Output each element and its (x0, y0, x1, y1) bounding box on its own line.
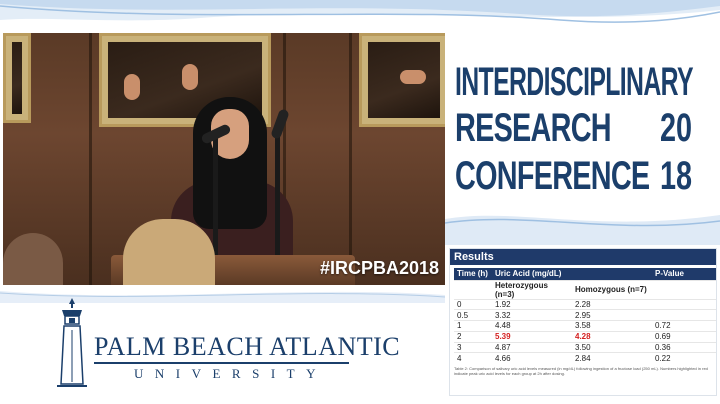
results-table: Time (h) Uric Acid (mg/dL) P-Value Heter… (454, 268, 716, 364)
year-bottom: 18 (660, 154, 693, 198)
table-row: 0.5 3.32 2.95 (454, 309, 716, 321)
title-line-1: INTERDISCIPLINARY (455, 60, 694, 104)
lighthouse-icon (57, 298, 87, 387)
audience-member (3, 233, 63, 285)
homozygous-cell: 2.95 (572, 309, 652, 321)
table-header-cell: P-Value (652, 268, 716, 280)
p-value-cell: 0.36 (652, 341, 716, 353)
table-row: 2 5.39 4.28 0.69 (454, 330, 716, 343)
microphone-stand (275, 125, 280, 257)
table-row: 4 4.66 2.84 0.22 (454, 352, 716, 364)
microphone-icon (270, 108, 290, 140)
time-cell: 3 (454, 341, 492, 353)
microphone-stand (213, 137, 218, 257)
heterozygous-cell: 4.48 (492, 320, 572, 332)
homozygous-cell: 3.50 (572, 341, 652, 353)
university-logo: PALM BEACH ATLANTIC UNIVERSITY (54, 296, 400, 396)
wave-decoration (445, 215, 720, 245)
university-name: PALM BEACH ATLANTIC (94, 332, 401, 361)
event-hashtag: #IRCPBA2018 (319, 258, 439, 278)
homozygous-peak-cell: 4.28 (572, 330, 652, 343)
homozygous-cell: 3.58 (572, 320, 652, 332)
heterozygous-cell: 3.32 (492, 309, 572, 321)
homozygous-cell: 2.84 (572, 352, 652, 364)
year-top: 20 (660, 106, 693, 150)
logo-divider (94, 362, 349, 364)
p-value-cell: 0.69 (652, 330, 716, 343)
table-header-row: Time (h) Uric Acid (mg/dL) P-Value (454, 268, 716, 280)
portrait-painting (3, 33, 31, 123)
title-line-2: RESEARCH (455, 106, 612, 150)
time-cell: 4 (454, 352, 492, 364)
results-slide: Results Time (h) Uric Acid (mg/dL) P-Val… (449, 248, 717, 396)
table-header-cell: Uric Acid (mg/dL) (492, 268, 572, 280)
wall-panel (89, 33, 92, 285)
heterozygous-cell: 4.66 (492, 352, 572, 364)
top-wave-decoration (0, 0, 720, 23)
table-row: 1 4.48 3.58 0.72 (454, 320, 716, 332)
heterozygous-peak-cell: 5.39 (492, 330, 572, 343)
portrait-painting (359, 33, 445, 127)
time-cell: 1 (454, 320, 492, 332)
table-header-cell: Time (h) (454, 268, 492, 280)
title-line-3: CONFERENCE (455, 154, 650, 198)
time-cell: 2 (454, 330, 492, 343)
p-value-cell: 0.22 (652, 352, 716, 364)
table-header-cell (572, 268, 652, 280)
video-frame: #IRCPBA2018 (3, 33, 445, 285)
wall-panel (349, 33, 352, 285)
table-caption: Table 2: Comparison of salivary uric aci… (454, 365, 708, 376)
time-cell: 0.5 (454, 309, 492, 321)
results-title: Results (450, 249, 716, 265)
heterozygous-cell: 4.87 (492, 341, 572, 353)
p-value-cell: 0.72 (652, 320, 716, 332)
table-row: 3 4.87 3.50 0.36 (454, 341, 716, 353)
audience-member (123, 219, 215, 285)
p-value-cell (652, 309, 716, 321)
university-subtitle: UNIVERSITY (134, 366, 327, 381)
